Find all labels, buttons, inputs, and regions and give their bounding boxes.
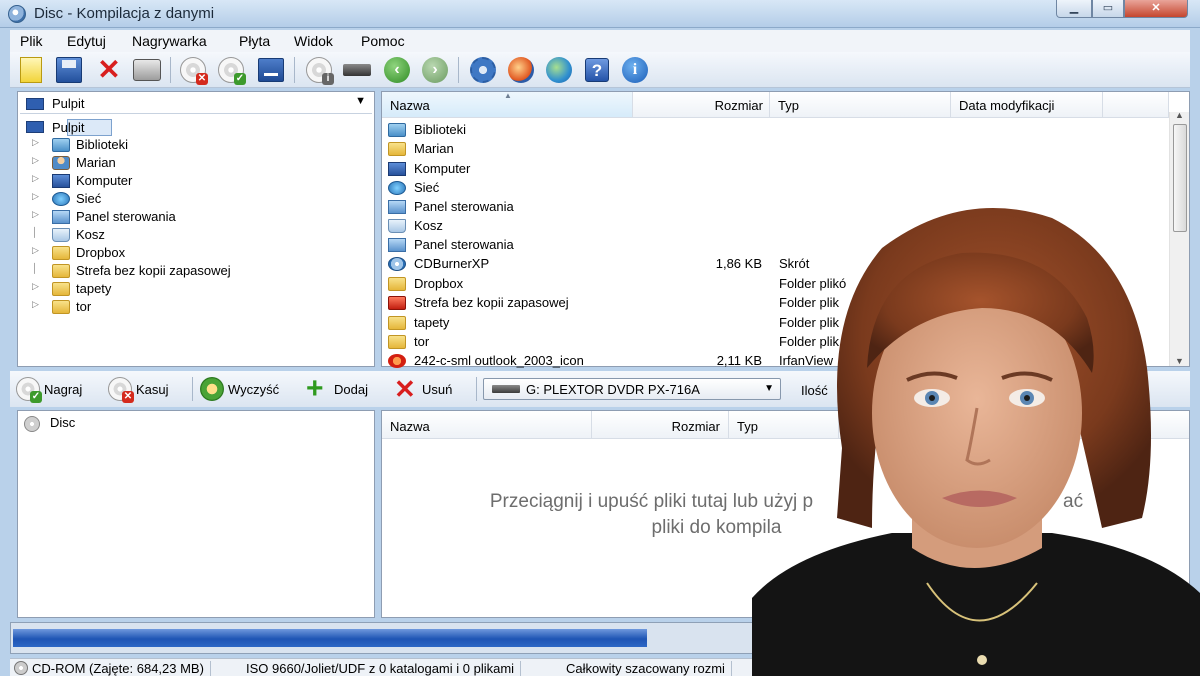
column-header-modified[interactable]: Data modyfikacji	[951, 92, 1103, 118]
app-disc-icon	[8, 5, 26, 23]
list-item[interactable]: Sieć	[382, 178, 1162, 197]
no-backup-folder-icon	[388, 296, 406, 310]
print-icon[interactable]	[132, 55, 162, 85]
drive-icon[interactable]	[342, 55, 372, 85]
menu-help[interactable]: Pomoc	[361, 33, 405, 49]
column-header-type[interactable]: Typ	[770, 92, 951, 118]
folder-icon	[388, 316, 406, 330]
network-icon	[52, 192, 70, 206]
control-panel-icon	[52, 210, 70, 224]
drive-select[interactable]: G: PLEXTOR DVDR PX-716A ▼	[483, 378, 781, 400]
disc-tree-panel[interactable]: Disc	[17, 410, 375, 618]
sort-ascending-icon: ▲	[504, 91, 512, 100]
folder-icon	[52, 246, 70, 260]
delete-icon[interactable]: ✕	[94, 55, 124, 85]
list-item[interactable]: Biblioteki	[382, 120, 1162, 139]
menu-recorder[interactable]: Nagrywarka	[132, 33, 207, 49]
folder-icon	[388, 277, 406, 291]
computer-icon	[388, 162, 406, 176]
user-folder-icon	[52, 156, 70, 170]
scroll-up-icon[interactable]: ▲	[1175, 110, 1184, 120]
libraries-icon	[388, 123, 406, 137]
menu-disc[interactable]: Płyta	[239, 33, 270, 49]
desktop-icon	[26, 121, 44, 133]
menu-view[interactable]: Widok	[294, 33, 333, 49]
disc-usage-fill	[13, 629, 647, 647]
help-icon[interactable]: ?	[582, 55, 612, 85]
erase-disc-icon: ✕	[108, 377, 134, 403]
settings-icon[interactable]	[468, 55, 498, 85]
chevron-down-icon[interactable]: ▼	[355, 95, 366, 107]
column-header-blank	[1103, 92, 1169, 118]
folder-icon	[52, 264, 70, 278]
web-icon[interactable]	[544, 55, 574, 85]
libraries-icon	[52, 138, 70, 152]
portrait-photo	[752, 198, 1200, 676]
cd-icon	[14, 661, 28, 675]
burn-button[interactable]: ✓ Nagraj	[16, 376, 82, 403]
tools-icon[interactable]	[506, 55, 536, 85]
column-header-size[interactable]: Rozmiar	[633, 92, 770, 118]
image-file-icon	[388, 354, 406, 368]
folder-icon	[52, 282, 70, 296]
control-panel-icon	[388, 200, 406, 214]
save-icon[interactable]	[54, 55, 84, 85]
toolbar: ✕ ✕ ✓ i ‹ › ? i	[10, 52, 1190, 88]
tree-root-label[interactable]: Pulpit	[52, 120, 85, 135]
burn-disc-icon: ✓	[16, 377, 42, 403]
menu-file[interactable]: Plik	[20, 33, 43, 49]
folder-icon	[388, 142, 406, 156]
column-header-size[interactable]: Rozmiar	[592, 411, 729, 439]
column-header-name[interactable]: Nazwa	[382, 411, 592, 439]
close-button[interactable]: ✕	[1124, 0, 1188, 18]
erase-disc-icon[interactable]: ✕	[178, 55, 208, 85]
title-bar: Disc - Kompilacja z danymi ▁ ▭ ✕	[0, 0, 1200, 28]
recycle-bin-icon	[388, 219, 406, 233]
desktop-icon	[26, 98, 44, 110]
location-label: Pulpit	[52, 96, 85, 111]
folder-tree-panel[interactable]: Pulpit ▼ Pulpit ▷ Biblioteki ▷ Marian ▷ Kom…	[17, 91, 375, 367]
folder-icon	[388, 335, 406, 349]
back-icon[interactable]: ‹	[382, 55, 412, 85]
drive-info-icon[interactable]: i	[304, 55, 334, 85]
erase-button[interactable]: ✕ Kasuj	[108, 376, 169, 403]
clear-button[interactable]: Wyczyść	[200, 376, 279, 402]
minimize-button[interactable]: ▁	[1056, 0, 1092, 18]
remove-icon: ✕	[394, 374, 416, 404]
list-item[interactable]: Marian	[382, 139, 1162, 158]
menu-edit[interactable]: Edytuj	[67, 33, 106, 49]
plus-icon: +	[306, 372, 324, 405]
eject-icon[interactable]	[256, 55, 286, 85]
about-icon[interactable]: i	[620, 55, 650, 85]
status-total-size: Całkowity szacowany rozmi	[566, 661, 732, 676]
add-button[interactable]: + Dodaj	[306, 372, 368, 405]
network-icon	[388, 181, 406, 195]
remove-button[interactable]: ✕ Usuń	[394, 376, 452, 402]
new-compilation-icon[interactable]	[16, 55, 46, 85]
disc-icon	[24, 416, 40, 432]
control-panel-icon	[388, 238, 406, 252]
clear-icon	[200, 377, 224, 401]
cdburnerxp-shortcut-icon	[388, 257, 406, 271]
location-combo[interactable]: Pulpit ▼	[20, 94, 372, 114]
computer-icon	[52, 174, 70, 188]
list-item[interactable]: Komputer	[382, 159, 1162, 178]
folder-icon	[52, 300, 70, 314]
menu-bar: Plik Edytuj Nagrywarka Płyta Widok Pomoc	[10, 30, 1190, 52]
status-filesystem: ISO 9660/Joliet/UDF z 0 katalogami i 0 p…	[246, 661, 522, 676]
forward-icon[interactable]: ›	[420, 55, 450, 85]
burn-disc-icon[interactable]: ✓	[216, 55, 246, 85]
status-disc: CD-ROM (Zajęte: 684,23 MB)	[14, 661, 211, 676]
drive-icon	[492, 385, 520, 393]
maximize-button[interactable]: ▭	[1092, 0, 1124, 18]
window-title: Disc - Kompilacja z danymi	[34, 5, 215, 22]
recycle-bin-icon	[52, 228, 70, 242]
